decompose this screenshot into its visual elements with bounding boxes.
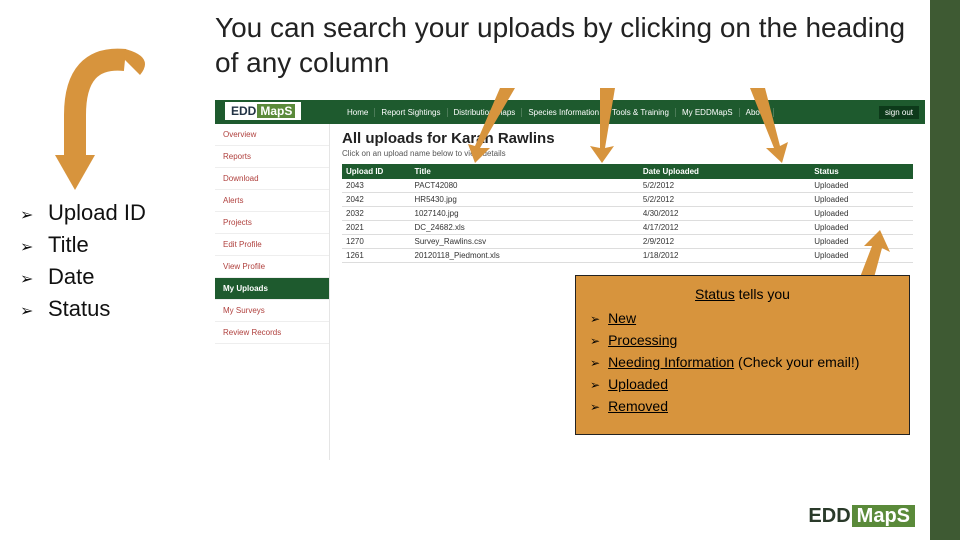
chevron-right-icon: ➢ [590, 378, 600, 392]
table-cell: 1/18/2012 [639, 249, 810, 263]
arrow-pointer-icon [580, 88, 630, 163]
col-title[interactable]: Title [411, 164, 639, 179]
table-cell: 2042 [342, 193, 411, 207]
table-row[interactable]: 20321027140.jpg4/30/2012Uploaded [342, 207, 913, 221]
table-cell: 5/2/2012 [639, 193, 810, 207]
table-cell: 2/9/2012 [639, 235, 810, 249]
sidebar: Overview Reports Download Alerts Project… [215, 124, 330, 460]
uploads-table: Upload ID Title Date Uploaded Status 204… [342, 164, 913, 263]
sidebar-item-edit-profile[interactable]: Edit Profile [215, 234, 329, 256]
nav-report[interactable]: Report Sightings [375, 108, 447, 117]
table-cell: Uploaded [810, 207, 913, 221]
table-cell: DC_24682.xls [411, 221, 639, 235]
top-nav-bar: Home Report Sightings Distribution Maps … [215, 100, 925, 124]
column-list: ➢Upload ID ➢Title ➢Date ➢Status [20, 200, 146, 328]
status-item: ➢Removed [590, 398, 895, 414]
table-cell: 5/2/2012 [639, 179, 810, 193]
sidebar-item-review-records[interactable]: Review Records [215, 322, 329, 344]
chevron-right-icon: ➢ [590, 312, 600, 326]
arrow-pointer-icon [460, 88, 520, 163]
status-callout: Status tells you ➢New ➢Processing ➢Needi… [575, 275, 910, 435]
table-cell: HR5430.jpg [411, 193, 639, 207]
status-callout-title: Status tells you [590, 286, 895, 302]
table-cell: 1261 [342, 249, 411, 263]
sidebar-item-my-uploads[interactable]: My Uploads [215, 278, 329, 300]
sidebar-item-overview[interactable]: Overview [215, 124, 329, 146]
col-status[interactable]: Status [810, 164, 913, 179]
signout-button[interactable]: sign out [879, 106, 919, 119]
table-row[interactable]: 2021DC_24682.xls4/17/2012Uploaded [342, 221, 913, 235]
app-logo: EDDMapS [225, 102, 301, 120]
sidebar-item-my-surveys[interactable]: My Surveys [215, 300, 329, 322]
col-date[interactable]: Date Uploaded [639, 164, 810, 179]
chevron-right-icon: ➢ [590, 356, 600, 370]
status-item: ➢Needing Information (Check your email!) [590, 354, 895, 370]
table-cell: 4/30/2012 [639, 207, 810, 221]
chevron-right-icon: ➢ [590, 400, 600, 414]
list-item: ➢Title [20, 232, 146, 258]
slide-heading: You can search your uploads by clicking … [215, 10, 915, 80]
nav-my[interactable]: My EDDMapS [676, 108, 740, 117]
top-nav: Home Report Sightings Distribution Maps … [341, 108, 774, 117]
footer-logo: EDDMapS [808, 505, 915, 528]
table-cell: Uploaded [810, 179, 913, 193]
sidebar-item-download[interactable]: Download [215, 168, 329, 190]
arrow-pointer-icon [740, 88, 800, 163]
table-row[interactable]: 126120120118_Piedmont.xls1/18/2012Upload… [342, 249, 913, 263]
chevron-right-icon: ➢ [20, 301, 38, 321]
status-item: ➢New [590, 310, 895, 326]
table-cell: 2032 [342, 207, 411, 221]
green-stripe [930, 0, 960, 540]
status-item: ➢Processing [590, 332, 895, 348]
col-upload-id[interactable]: Upload ID [342, 164, 411, 179]
table-row[interactable]: 2042HR5430.jpg5/2/2012Uploaded [342, 193, 913, 207]
sidebar-item-alerts[interactable]: Alerts [215, 190, 329, 212]
curved-arrow-icon [45, 45, 180, 195]
sidebar-item-view-profile[interactable]: View Profile [215, 256, 329, 278]
chevron-right-icon: ➢ [20, 269, 38, 289]
list-item: ➢Upload ID [20, 200, 146, 226]
table-cell: PACT42080 [411, 179, 639, 193]
table-cell: Survey_Rawlins.csv [411, 235, 639, 249]
table-cell: 2043 [342, 179, 411, 193]
table-cell: Uploaded [810, 193, 913, 207]
table-cell: 1270 [342, 235, 411, 249]
sidebar-item-reports[interactable]: Reports [215, 146, 329, 168]
chevron-right-icon: ➢ [20, 205, 38, 225]
table-row[interactable]: 2043PACT420805/2/2012Uploaded [342, 179, 913, 193]
table-row[interactable]: 1270Survey_Rawlins.csv2/9/2012Uploaded [342, 235, 913, 249]
table-cell: 20120118_Piedmont.xls [411, 249, 639, 263]
table-cell: 1027140.jpg [411, 207, 639, 221]
status-item: ➢Uploaded [590, 376, 895, 392]
chevron-right-icon: ➢ [20, 237, 38, 257]
list-item: ➢Date [20, 264, 146, 290]
chevron-right-icon: ➢ [590, 334, 600, 348]
nav-home[interactable]: Home [341, 108, 375, 117]
table-cell: 4/17/2012 [639, 221, 810, 235]
list-item: ➢Status [20, 296, 146, 322]
table-cell: 2021 [342, 221, 411, 235]
sidebar-item-projects[interactable]: Projects [215, 212, 329, 234]
